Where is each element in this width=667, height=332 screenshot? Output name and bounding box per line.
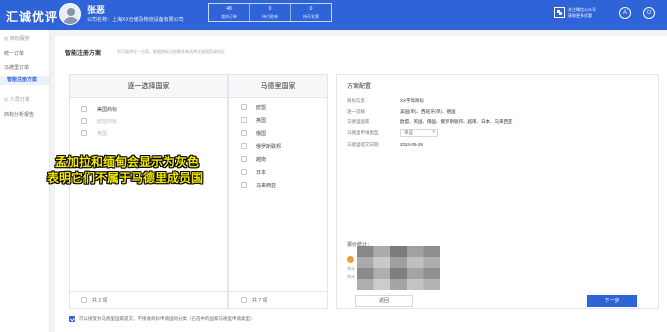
panel-madrid-footer: 共 7 项	[229, 291, 327, 308]
qr-code-icon[interactable]	[554, 7, 565, 18]
stat-orders-value: 48	[226, 6, 232, 12]
checkbox-madrid-vietnam[interactable]	[241, 156, 247, 162]
app-logo: 汇诚优评	[6, 10, 59, 24]
sidebar-item-madrid-order[interactable]: 马德里订单	[4, 64, 29, 71]
page-title: 智能注册方案	[65, 51, 102, 57]
overlay-subtitle-line1: 孟加拉和缅甸会显示为灰色	[55, 155, 200, 169]
stat-unpaid-value: 0	[268, 6, 272, 12]
option-madrid-vietnam[interactable]: 越南	[256, 156, 266, 163]
sidebar-item-unified-order[interactable]: 统一订单	[4, 50, 24, 57]
qr-text-line2: 获取更多优惠	[568, 13, 592, 18]
summary-title: 方案配置	[347, 84, 372, 90]
next-button[interactable]: 下一步	[587, 295, 637, 307]
madrid-type-select[interactable]: 单证	[400, 129, 438, 137]
power-icon[interactable]: ⏻	[643, 7, 655, 19]
summary-individual-value: 美国(单)、西班牙(单)、德国	[400, 109, 456, 114]
panel-individual-footer: 共 2 项	[70, 291, 227, 308]
order-stats: 48 我的订单 0 待付款单 0 待开发票	[208, 3, 332, 22]
option-madrid-uk[interactable]: 英国	[256, 117, 266, 124]
panel-madrid-title: 马德里国家	[229, 75, 327, 98]
user-name: 张恶	[87, 5, 106, 15]
option-madrid-japan[interactable]: 日本	[256, 169, 266, 176]
checkbox-madrid-russia[interactable]	[241, 130, 247, 136]
coin-icon	[347, 256, 354, 263]
checkbox-madrid-uk[interactable]	[241, 117, 247, 123]
option-usa[interactable]: 美国商标	[97, 106, 117, 113]
agree-text: 可以接受为马德里国家提交，不接收商标申请国际分类（已选中的国家马德里申请类型）	[79, 316, 255, 321]
sidebar-group-trademark[interactable]: ◎ 商标服务	[4, 35, 30, 42]
back-button[interactable]: 返回	[355, 295, 413, 307]
stat-orders-label: 我的订单	[221, 14, 237, 19]
company-name: 公司名称：上海XX仓储及物流设备有限公司	[87, 17, 184, 23]
option-madrid-russia[interactable]: 俄国	[256, 130, 266, 137]
madrid-type-label: 马德里申请类型	[347, 130, 379, 135]
summary-madrid-value: 欧盟、英国、俄国、俄罗斯联邦、越南、日本、马来西亚	[400, 119, 513, 124]
summary-individual-label: 逐一选择	[347, 109, 365, 114]
madrid-date-value: 2024-05-26	[400, 142, 424, 147]
madrid-count: 共 7 项	[252, 298, 268, 304]
summary-trademark-label: 商标信息	[347, 98, 365, 103]
checkbox-madrid-eu[interactable]	[241, 104, 247, 110]
option-madrid-malaysia[interactable]: 马来西亚	[256, 182, 276, 189]
stat-invoices[interactable]: 0 待开发票	[291, 4, 331, 21]
select-all-individual[interactable]	[81, 297, 87, 303]
overlay-subtitle-line2: 表明它们不属于马德里成员国	[47, 171, 204, 185]
checkbox-usa[interactable]	[81, 106, 87, 112]
stat-invoices-value: 0	[309, 6, 313, 12]
stat-unpaid[interactable]: 0 待付款单	[250, 4, 291, 21]
total-label: 合计	[347, 266, 355, 271]
panel-plan-summary: 方案配置 商标信息 XX字母商标 逐一选择 美国(单)、西班牙(单)、德国 马德…	[336, 74, 659, 309]
option-eu: 欧盟商标	[97, 119, 118, 125]
panel-individual-countries: 逐一选择国家 美国商标 欧盟商标 英国 共 2 项	[69, 74, 228, 309]
agree-checkbox[interactable]	[69, 316, 75, 322]
page-hint: 您可选择任一方案，根据商标注册需求来选择注册国家或地区	[117, 49, 225, 54]
panel-madrid-countries: 马德里国家 欧盟 英国 俄国 俄罗斯联邦 越南 日本 马来西亚 共 7 项	[228, 74, 328, 309]
checkbox-madrid-russian-federation[interactable]	[241, 143, 247, 149]
summary-trademark-value: XX字母商标	[400, 98, 425, 103]
sidebar: ◎ 商标服务 统一订单 马德里订单 智能注册方案 ◎ 人员订单 商标分析报告	[0, 30, 50, 332]
option-uk: 英国	[97, 131, 108, 137]
option-madrid-russian-federation[interactable]: 俄罗斯联邦	[256, 143, 281, 150]
panel-individual-title: 逐一选择国家	[70, 75, 227, 98]
individual-count: 共 2 项	[92, 298, 108, 304]
top-header: 汇诚优评 张恶 公司名称：上海XX仓储及物流设备有限公司 48 我的订单 0 待…	[0, 0, 667, 30]
sidebar-item-analysis-report[interactable]: 商标分析报告	[4, 111, 34, 118]
sum-label: 共计	[347, 274, 355, 279]
checkbox-madrid-japan[interactable]	[241, 169, 247, 175]
summary-madrid-label: 马德里国家	[347, 119, 370, 124]
select-all-madrid[interactable]	[241, 297, 247, 303]
checkbox-madrid-malaysia[interactable]	[241, 182, 247, 188]
option-madrid-eu[interactable]: 欧盟	[256, 104, 266, 111]
stat-invoices-label: 待开发票	[303, 14, 319, 19]
avatar[interactable]	[59, 3, 81, 25]
checkbox-uk	[81, 130, 87, 136]
sidebar-group-staff-orders[interactable]: ◎ 人员订单	[4, 96, 30, 103]
stat-unpaid-label: 待付款单	[262, 14, 278, 19]
account-icon[interactable]: A	[619, 7, 631, 19]
madrid-date-label: 马德里提交日期	[347, 142, 379, 147]
stat-orders[interactable]: 48 我的订单	[209, 4, 250, 21]
checkbox-eu	[81, 118, 87, 124]
sidebar-item-smart-plan[interactable]: 智能注册方案	[0, 76, 49, 85]
blurred-price-area	[357, 246, 440, 290]
qr-text[interactable]: 关注微信公众号 获取更多优惠	[568, 7, 596, 19]
